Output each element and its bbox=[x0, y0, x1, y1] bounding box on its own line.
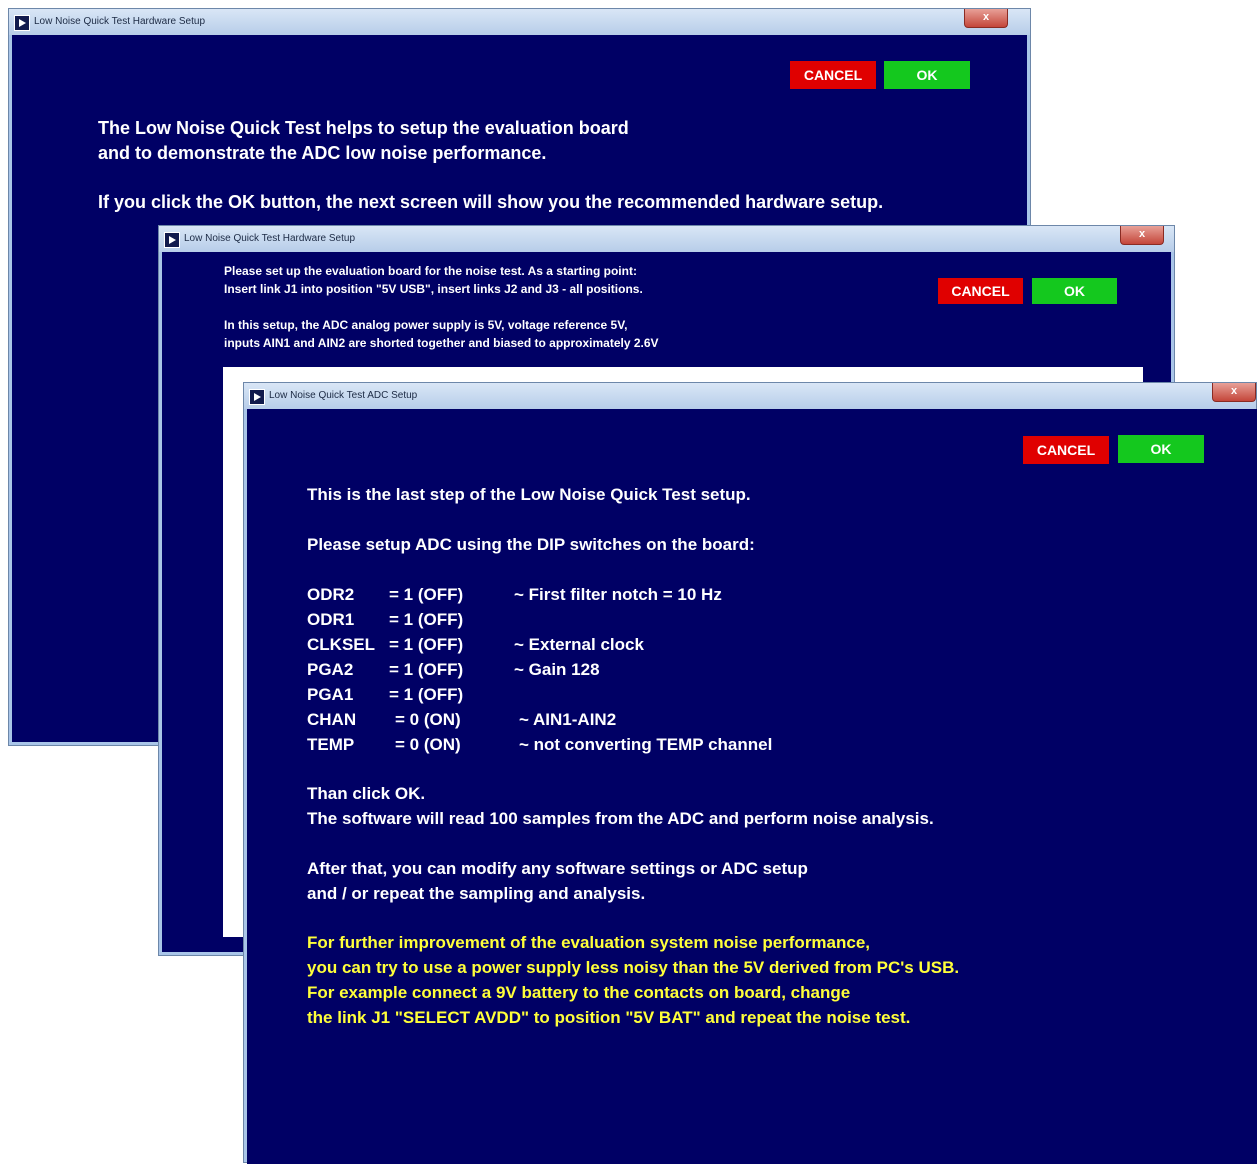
note-line-2: you can try to use a power supply less n… bbox=[307, 958, 960, 977]
ok-button[interactable]: OK bbox=[1118, 435, 1204, 463]
title-bar[interactable]: Low Noise Quick Test Hardware Setup x bbox=[159, 226, 1174, 252]
ok-button[interactable]: OK bbox=[884, 61, 970, 89]
switch-value: = 0 (ON) bbox=[395, 735, 461, 754]
after-line-2: The software will read 100 samples from … bbox=[307, 809, 934, 828]
instruction-line-2: Insert link J1 into position "5V USB", i… bbox=[224, 282, 643, 296]
close-button[interactable]: x bbox=[1212, 383, 1256, 402]
intro-line-1: The Low Noise Quick Test helps to setup … bbox=[98, 118, 629, 138]
switch-note: ~ AIN1-AIN2 bbox=[519, 710, 617, 729]
window-title: Low Noise Quick Test Hardware Setup bbox=[34, 16, 206, 27]
cancel-button[interactable]: CANCEL bbox=[790, 61, 876, 89]
app-icon bbox=[249, 389, 265, 405]
instruction-line-4: inputs AIN1 and AIN2 are shorted togethe… bbox=[224, 336, 659, 350]
ok-button[interactable]: OK bbox=[1032, 278, 1117, 304]
after-line-3: After that, you can modify any software … bbox=[307, 859, 808, 878]
note-line-1: For further improvement of the evaluatio… bbox=[307, 933, 871, 952]
switch-note: ~ First filter notch = 10 Hz bbox=[514, 585, 722, 604]
switch-note: ~ not converting TEMP channel bbox=[519, 735, 773, 754]
window-client-area: CANCEL OK This is the last step of the L… bbox=[247, 409, 1257, 1164]
switch-value: = 1 (OFF) bbox=[389, 685, 464, 704]
switch-name: TEMP bbox=[307, 735, 355, 754]
switch-name: ODR2 bbox=[307, 585, 355, 604]
title-bar[interactable]: Low Noise Quick Test Hardware Setup x bbox=[9, 9, 1030, 35]
window-title: Low Noise Quick Test ADC Setup bbox=[269, 390, 418, 401]
cancel-button[interactable]: CANCEL bbox=[1023, 436, 1109, 464]
close-button[interactable]: x bbox=[964, 9, 1008, 28]
intro-line-2: and to demonstrate the ADC low noise per… bbox=[98, 143, 547, 163]
window-adc-setup: Low Noise Quick Test ADC Setup x CANCEL … bbox=[243, 382, 1257, 1164]
cancel-button[interactable]: CANCEL bbox=[938, 278, 1023, 304]
app-icon bbox=[14, 15, 30, 31]
switch-name: CHAN bbox=[307, 710, 357, 729]
switch-name: PGA2 bbox=[307, 660, 354, 679]
switch-name: PGA1 bbox=[307, 685, 354, 704]
switch-value: = 1 (OFF) bbox=[389, 635, 464, 654]
note-line-4: the link J1 "SELECT AVDD" to position "5… bbox=[307, 1008, 911, 1027]
switch-name: ODR1 bbox=[307, 610, 355, 629]
intro-line-1: This is the last step of the Low Noise Q… bbox=[307, 485, 751, 504]
intro-line-2: Please setup ADC using the DIP switches … bbox=[307, 535, 755, 554]
app-icon bbox=[164, 232, 180, 248]
intro-line-3: If you click the OK button, the next scr… bbox=[98, 192, 884, 212]
title-bar[interactable]: Low Noise Quick Test ADC Setup x bbox=[244, 383, 1256, 409]
switch-note: ~ External clock bbox=[514, 635, 644, 654]
switch-name: CLKSEL bbox=[307, 635, 375, 654]
instruction-line-3: In this setup, the ADC analog power supp… bbox=[224, 318, 628, 332]
after-line-4: and / or repeat the sampling and analysi… bbox=[307, 884, 646, 903]
switch-note: ~ Gain 128 bbox=[514, 660, 600, 679]
note-line-3: For example connect a 9V battery to the … bbox=[307, 983, 851, 1002]
close-button[interactable]: x bbox=[1120, 226, 1164, 245]
switch-value: = 0 (ON) bbox=[395, 710, 461, 729]
switch-value: = 1 (OFF) bbox=[389, 585, 464, 604]
instruction-line-1: Please set up the evaluation board for t… bbox=[224, 264, 637, 278]
switch-value: = 1 (OFF) bbox=[389, 610, 464, 629]
switch-value: = 1 (OFF) bbox=[389, 660, 464, 679]
window-title: Low Noise Quick Test Hardware Setup bbox=[184, 233, 356, 244]
after-line-1: Than click OK. bbox=[307, 784, 426, 803]
